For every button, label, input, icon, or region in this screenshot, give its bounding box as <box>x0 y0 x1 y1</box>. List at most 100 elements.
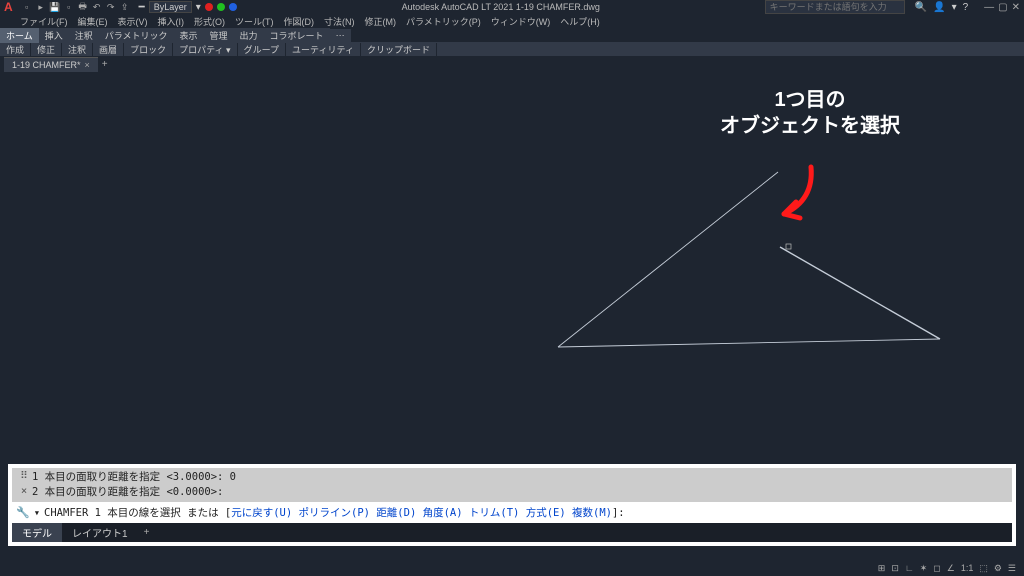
panel-clipboard[interactable]: クリップボード <box>361 43 437 56</box>
tab-parametric[interactable]: パラメトリック <box>99 28 174 43</box>
cmd-option[interactable]: 距離(D) <box>376 507 416 519</box>
new-doc-icon[interactable]: + <box>102 59 108 70</box>
statusbar: ⊞ ⊡ ∟ ✶ ◻ ∠ 1:1 ⬚ ⚙ ☰ <box>0 560 1024 576</box>
saveas-icon[interactable]: ▫ <box>63 1 75 13</box>
tab-annotate[interactable]: 注釈 <box>69 28 99 43</box>
minimize-icon[interactable]: — <box>984 2 994 13</box>
annot-line2: オブジェクトを選択 <box>720 113 900 139</box>
window-title: Autodesk AutoCAD LT 2021 1-19 CHAMFER.dw… <box>237 2 765 12</box>
sb-osnap-icon[interactable]: ◻ <box>933 563 940 574</box>
tab-manage[interactable]: 管理 <box>204 28 234 43</box>
close-icon[interactable]: ✕ <box>1012 2 1020 13</box>
color-blue-icon[interactable] <box>229 3 237 11</box>
menu-draw[interactable]: 作図(D) <box>284 15 315 28</box>
cmd-option[interactable]: トリム(T) <box>469 507 519 519</box>
chevron-down-icon[interactable]: ▾ <box>196 2 201 13</box>
menu-window[interactable]: ウィンドウ(W) <box>491 15 551 28</box>
command-input[interactable]: 🔧 ▾ CHAMFER 1 本目の線を選択 または [元に戻す(U) ポリライン… <box>12 502 1012 523</box>
panel-property[interactable]: プロパティ ▾ <box>173 43 237 56</box>
ribbon-tabs: ホーム 挿入 注釈 パラメトリック 表示 管理 出力 コラボレート ⋯ <box>0 28 1024 42</box>
cmd-prompt: CHAMFER 1 本目の線を選択 または [元に戻す(U) ポリライン(P) … <box>44 505 625 520</box>
menu-modify[interactable]: 修正(M) <box>365 15 397 28</box>
signin-icon[interactable]: 👤 <box>933 2 945 13</box>
search-input[interactable] <box>765 0 905 14</box>
annotation-text: 1つ目の オブジェクトを選択 <box>720 87 900 139</box>
open-icon[interactable]: ▸ <box>35 1 47 13</box>
cmd-close-icon[interactable]: × <box>21 485 27 497</box>
tab-view[interactable]: 表示 <box>174 28 204 43</box>
undo-icon[interactable]: ↶ <box>91 1 103 13</box>
cmd-grip-icon[interactable]: ⠿ <box>20 470 28 482</box>
ribbon-panels: 作成 修正 注釈 画層 ブロック プロパティ ▾ グループ ユーティリティ クリ… <box>0 42 1024 56</box>
layer-control[interactable]: ━ ByLayer ▾ <box>139 1 237 13</box>
document-tabs: 1-19 CHAMFER* × + <box>0 56 1024 72</box>
cmd-recent-icon[interactable]: ▾ <box>34 507 40 519</box>
tab-insert[interactable]: 挿入 <box>39 28 69 43</box>
menu-insert[interactable]: 挿入(I) <box>158 15 185 28</box>
sb-track-icon[interactable]: ∠ <box>947 563 955 574</box>
menubar: ファイル(F) 編集(E) 表示(V) 挿入(I) 形式(O) ツール(T) 作… <box>0 14 1024 28</box>
tab-output[interactable]: 出力 <box>234 28 264 43</box>
sb-polar-icon[interactable]: ✶ <box>920 563 928 574</box>
line-icon: ━ <box>139 2 145 13</box>
doc-tab-label: 1-19 CHAMFER* <box>12 60 81 70</box>
annot-line1: 1つ目の <box>720 87 900 113</box>
sb-menu-icon[interactable]: ☰ <box>1008 563 1016 574</box>
new-layout-icon[interactable]: + <box>138 527 156 538</box>
panel-modify[interactable]: 修正 <box>31 43 62 56</box>
panel-annotate[interactable]: 注釈 <box>62 43 93 56</box>
menu-help[interactable]: ヘルプ(H) <box>560 15 600 28</box>
cmd-option[interactable]: 元に戻す(U) <box>231 507 292 519</box>
menu-format[interactable]: 形式(O) <box>194 15 225 28</box>
cmd-option[interactable]: ポリライン(P) <box>299 507 370 519</box>
menu-tool[interactable]: ツール(T) <box>235 15 274 28</box>
tab-model[interactable]: モデル <box>12 523 62 542</box>
wrench-icon[interactable]: 🔧 <box>16 506 30 519</box>
new-icon[interactable]: ▫ <box>21 1 33 13</box>
panel-block[interactable]: ブロック <box>124 43 173 56</box>
color-red-icon[interactable] <box>205 3 213 11</box>
cmd-option[interactable]: 角度(A) <box>423 507 463 519</box>
save-icon[interactable]: 💾 <box>49 1 61 13</box>
print-icon[interactable]: 🖶 <box>77 1 89 13</box>
layout-tabs: モデル レイアウト1 + <box>12 523 1012 542</box>
cmd-option[interactable]: 複数(M) <box>572 507 612 519</box>
sb-gear-icon[interactable]: ⚙ <box>994 563 1002 574</box>
sb-scale[interactable]: 1:1 <box>961 563 974 573</box>
menu-parametric[interactable]: パラメトリック(P) <box>406 15 481 28</box>
menu-edit[interactable]: 編集(E) <box>78 15 108 28</box>
cmd-hist-line1: 1 本目の面取り距離を指定 <3.0000>: 0 <box>32 470 1008 485</box>
search-icon[interactable]: 🔍 <box>915 2 927 13</box>
cmd-hist-line2: 2 本目の面取り距離を指定 <0.0000>: <box>32 485 1008 500</box>
maximize-icon[interactable]: ▢ <box>998 2 1007 13</box>
panel-create[interactable]: 作成 <box>0 43 31 56</box>
tab-home[interactable]: ホーム <box>0 28 39 43</box>
command-panel: ⠿ × 1 本目の面取り距離を指定 <3.0000>: 0 2 本目の面取り距離… <box>8 464 1016 546</box>
panel-group[interactable]: グループ <box>238 43 286 56</box>
tab-collab[interactable]: コラボレート <box>264 28 330 43</box>
layer-name[interactable]: ByLayer <box>149 1 192 13</box>
doc-close-icon[interactable]: × <box>85 60 90 70</box>
panel-layer[interactable]: 画層 <box>93 43 124 56</box>
cmd-option[interactable]: 方式(E) <box>526 507 566 519</box>
menu-view[interactable]: 表示(V) <box>118 15 148 28</box>
sb-units-icon[interactable]: ⬚ <box>979 563 988 574</box>
sb-ortho-icon[interactable]: ∟ <box>905 563 914 573</box>
tab-layout1[interactable]: レイアウト1 <box>62 523 138 542</box>
command-history: ⠿ × 1 本目の面取り距離を指定 <3.0000>: 0 2 本目の面取り距離… <box>12 468 1012 502</box>
annotation-arrow-icon <box>756 162 836 232</box>
panel-utility[interactable]: ユーティリティ <box>286 43 361 56</box>
menu-file[interactable]: ファイル(F) <box>20 15 68 28</box>
cloud-icon[interactable]: ▾ <box>952 2 957 13</box>
share-icon[interactable]: ⇪ <box>119 1 131 13</box>
menu-dim[interactable]: 寸法(N) <box>324 15 355 28</box>
redo-icon[interactable]: ↷ <box>105 1 117 13</box>
drawing-canvas[interactable]: 1つ目の オブジェクトを選択 <box>0 72 1024 466</box>
sb-snap-icon[interactable]: ⊡ <box>891 563 899 574</box>
app-logo: A <box>4 0 13 14</box>
sb-grid-icon[interactable]: ⊞ <box>878 563 886 574</box>
color-green-icon[interactable] <box>217 3 225 11</box>
tab-expand[interactable]: ⋯ <box>330 29 351 42</box>
doc-tab[interactable]: 1-19 CHAMFER* × <box>4 57 98 72</box>
help-icon[interactable]: ? <box>963 2 969 13</box>
